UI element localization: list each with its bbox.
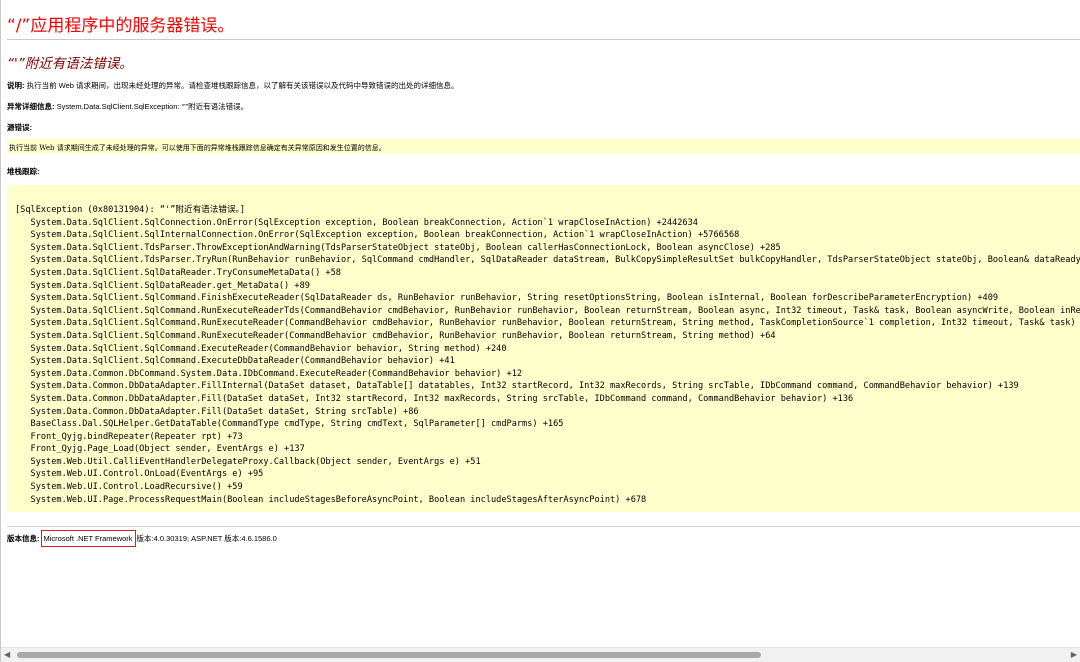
- stack-trace-heading: 堆栈跟踪:: [7, 166, 40, 177]
- title-divider: [7, 39, 1080, 40]
- stack-trace-line: System.Data.SqlClient.SqlCommand.FinishE…: [30, 293, 999, 304]
- source-error-box: 执行当前 Web 请求期间生成了未经处理的异常。可以使用下面的异常堆栈跟踪信息确…: [7, 139, 1080, 154]
- stack-trace-line: System.Data.SqlClient.SqlCommand.RunExec…: [30, 305, 1080, 316]
- version-info-text: 版本:4.0.30319; ASP.NET 版本:4.6.1586.0: [136, 534, 277, 543]
- stack-trace-line: System.Data.SqlClient.SqlInternalConnect…: [30, 230, 740, 241]
- exception-details-line: 异常详细信息: System.Data.SqlClient.SqlExcepti…: [7, 101, 248, 112]
- stack-trace-line: System.Data.SqlClient.SqlDataReader.get_…: [30, 280, 310, 291]
- stack-trace-line: System.Web.UI.Control.OnLoad(EventArgs e…: [30, 469, 264, 480]
- stack-trace-line: System.Data.SqlClient.SqlCommand.Execute…: [30, 343, 507, 354]
- scrollbar-thumb[interactable]: [17, 652, 761, 658]
- scroll-right-icon[interactable]: ▶: [1071, 650, 1077, 660]
- stack-trace-label: 堆栈跟踪:: [7, 167, 40, 176]
- stack-trace-line: System.Data.SqlClient.SqlConnection.OnEr…: [30, 217, 698, 228]
- description-text: 执行当前 Web 请求期间，出现未经处理的异常。请检查堆栈跟踪信息，以了解有关该…: [24, 81, 459, 90]
- stack-trace-line: System.Data.Common.DbCommand.System.Data…: [30, 368, 523, 379]
- source-error-label: 源错误:: [7, 123, 32, 132]
- stack-trace-line: System.Web.Util.CalliEventHandlerDelegat…: [30, 456, 481, 467]
- stack-trace-line: BaseClass.Dal.SQLHelper.GetDataTable(Com…: [30, 419, 564, 430]
- footer-divider: [7, 526, 1080, 527]
- horizontal-scrollbar[interactable]: ◀ ▶: [1, 647, 1080, 662]
- stack-trace-line: System.Data.SqlClient.TdsParser.TryRun(R…: [30, 255, 1080, 266]
- stack-trace-line: System.Data.SqlClient.TdsParser.ThrowExc…: [30, 242, 781, 253]
- stack-trace-line: System.Data.SqlClient.SqlDataReader.TryC…: [30, 267, 341, 278]
- exception-details-label: 异常详细信息:: [7, 102, 55, 111]
- scroll-left-icon[interactable]: ◀: [4, 650, 10, 660]
- stack-trace-line: System.Data.SqlClient.SqlCommand.RunExec…: [30, 330, 776, 341]
- stack-trace-box: [SqlException (0x80131904): “'”附近有语法错误。]…: [7, 185, 1080, 512]
- source-error-text: 执行当前 Web 请求期间生成了未经处理的异常。可以使用下面的异常堆栈跟踪信息确…: [9, 144, 386, 152]
- stack-trace-line: System.Data.Common.DbDataAdapter.Fill(Da…: [30, 393, 854, 404]
- source-error-heading: 源错误:: [7, 122, 32, 133]
- framework-highlight-box: Microsoft .NET Framework: [40, 530, 136, 547]
- stack-trace-line: System.Web.UI.Page.ProcessRequestMain(Bo…: [15, 494, 647, 505]
- version-info-label: 版本信息:: [7, 534, 40, 543]
- stack-trace-text: [SqlException (0x80131904): “'”附近有语法错误。]…: [15, 204, 1080, 506]
- error-page: “/”应用程序中的服务器错误。 “'”附近有语法错误。 说明: 执行当前 Web…: [7, 0, 1080, 648]
- stack-trace-line: System.Data.SqlClient.SqlCommand.Execute…: [30, 356, 455, 367]
- error-subtitle: “'”附近有语法错误。: [7, 56, 133, 72]
- stack-trace-line: [SqlException (0x80131904): “'”附近有语法错误。]: [15, 205, 246, 215]
- page-title: “/”应用程序中的服务器错误。: [7, 16, 235, 36]
- description-label: 说明:: [7, 81, 25, 90]
- stack-trace-line: Front_Qyjg.Page_Load(Object sender, Even…: [30, 444, 305, 455]
- stack-trace-line: Front_Qyjg.bindRepeater(Repeater rpt) +7…: [30, 431, 243, 442]
- version-info-line: 版本信息: Microsoft .NET Framework 版本:4.0.303…: [7, 530, 277, 547]
- exception-details-text: System.Data.SqlClient.SqlException: “'”附…: [54, 102, 249, 111]
- stack-trace-line: System.Data.SqlClient.SqlCommand.RunExec…: [30, 318, 1076, 329]
- stack-trace-line: System.Web.UI.Control.LoadRecursive() +5…: [30, 482, 243, 493]
- stack-trace-line: System.Data.Common.DbDataAdapter.FillInt…: [30, 381, 1019, 392]
- description-line: 说明: 执行当前 Web 请求期间，出现未经处理的异常。请检查堆栈跟踪信息，以了…: [7, 80, 459, 91]
- stack-trace-line: System.Data.Common.DbDataAdapter.Fill(Da…: [30, 406, 419, 417]
